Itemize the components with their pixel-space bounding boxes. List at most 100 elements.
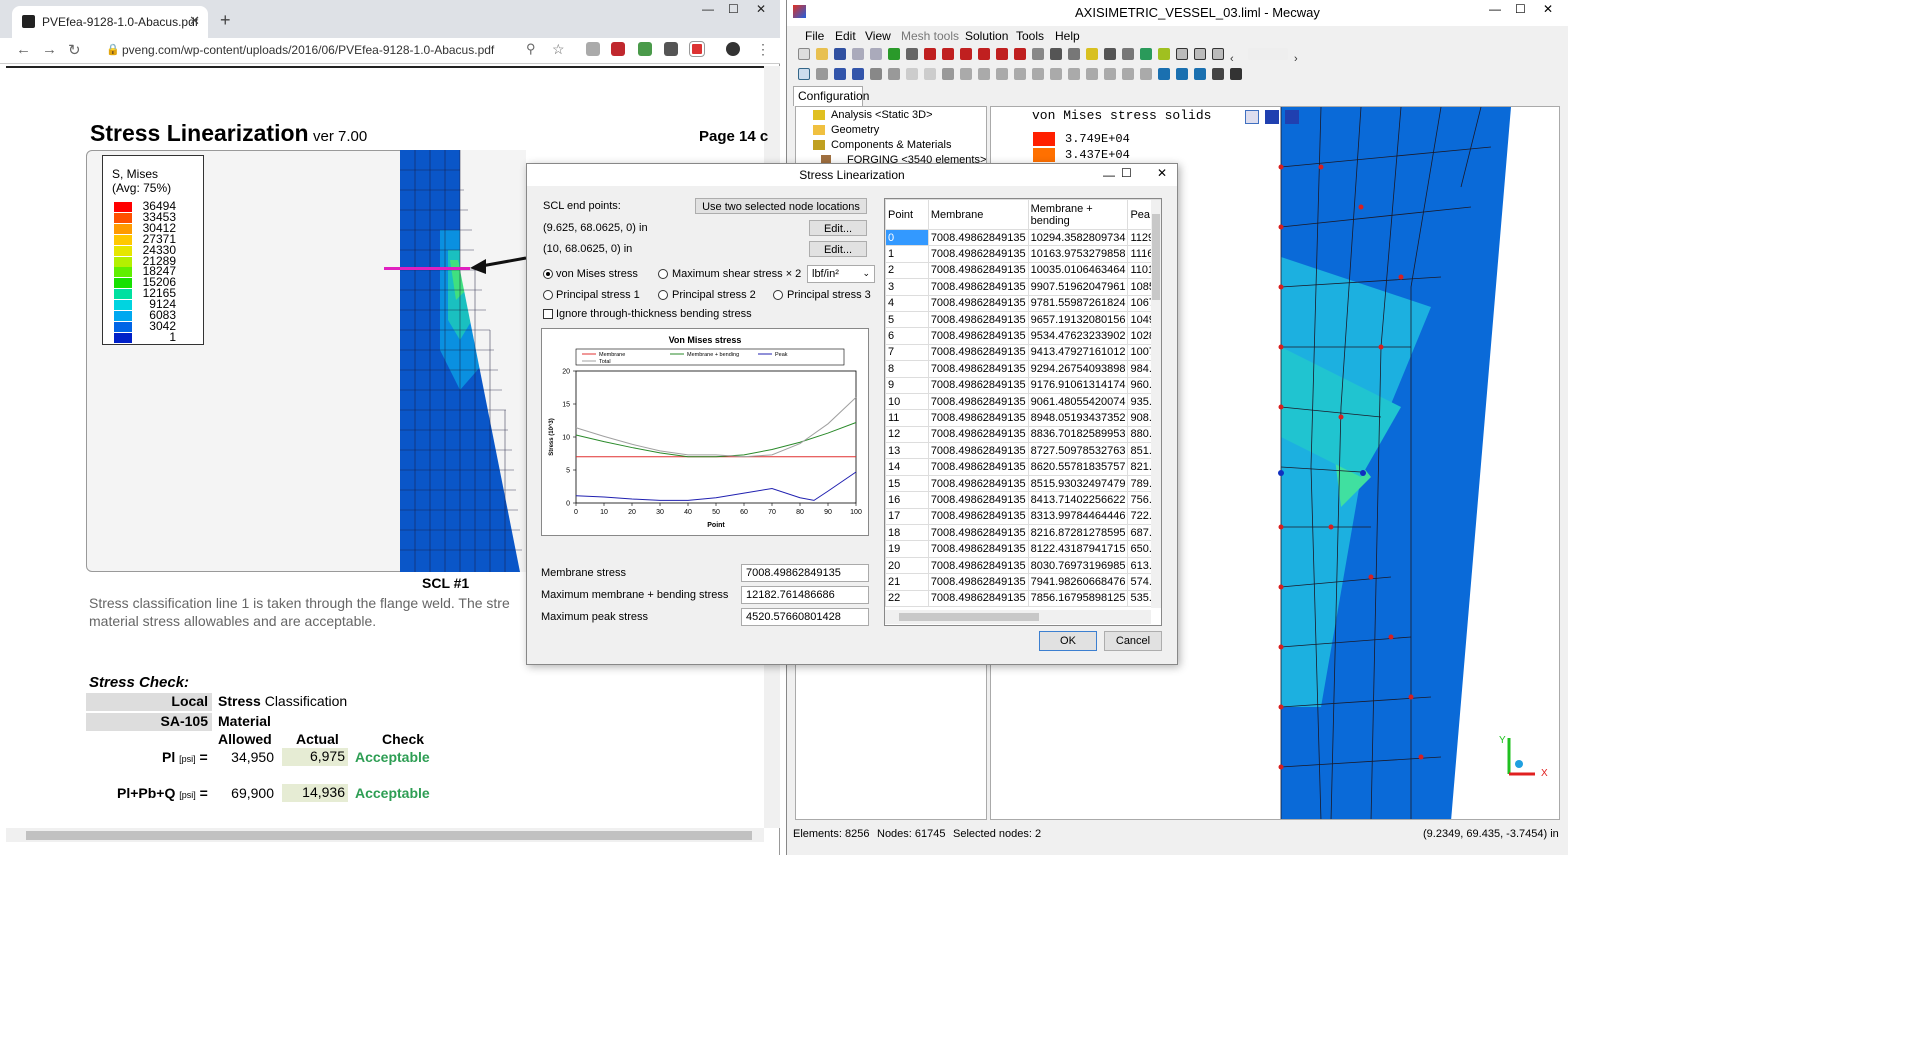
new-tab-button[interactable]: +	[220, 10, 231, 31]
use-selected-nodes-button[interactable]: Use two selected node locations	[695, 198, 867, 214]
rotate-icon[interactable]	[1068, 48, 1080, 60]
table-cell[interactable]: 7008.49862849135	[927, 245, 1029, 263]
dialog-close-button[interactable]: ✕	[1147, 166, 1177, 184]
table-cell[interactable]: 7	[885, 343, 929, 362]
bookmark-star-icon[interactable]: ☆	[552, 41, 565, 58]
menu-view[interactable]: View	[865, 29, 891, 43]
table-row[interactable]: 0 7008.49862849135 10294.3582809734 1129	[885, 228, 1161, 247]
radio-max-shear[interactable]	[658, 269, 668, 279]
extrude-icon[interactable]	[1014, 68, 1026, 80]
table-row[interactable]: 15 7008.49862849135 8515.93032497479 789.3	[885, 474, 1161, 493]
max-membrane-bending-field[interactable]: 12182.761486686	[741, 586, 869, 604]
table-cell[interactable]: 8948.05193437352	[1027, 409, 1129, 427]
surface-2-icon[interactable]	[1176, 68, 1188, 80]
transform-icon[interactable]	[870, 68, 882, 80]
tools-icon[interactable]	[1104, 48, 1116, 60]
radio-principal-3-label[interactable]: Principal stress 3	[787, 289, 871, 301]
table-cell[interactable]: 7008.49862849135	[927, 409, 1029, 427]
table-row[interactable]: 17 7008.49862849135 8313.99784464446 722.3	[885, 507, 1161, 526]
mesh-icon[interactable]	[1212, 48, 1224, 60]
table-cell[interactable]: 7008.49862849135	[927, 442, 1029, 460]
revolve-icon[interactable]	[1032, 68, 1044, 80]
split-icon[interactable]	[960, 68, 972, 80]
table-cell[interactable]: 8727.50978532763	[1027, 442, 1129, 460]
zoom-icon[interactable]	[1032, 48, 1044, 60]
ignore-bending-label[interactable]: Ignore through-thickness bending stress	[556, 308, 752, 320]
radio-principal-1[interactable]	[543, 290, 553, 300]
url-input[interactable]: pveng.com/wp-content/uploads/2016/06/PVE…	[122, 43, 494, 57]
table-cell[interactable]: 6	[885, 327, 929, 345]
table-row[interactable]: 7 7008.49862849135 9413.47927161012 1007	[885, 343, 1161, 362]
box-icon[interactable]	[906, 68, 918, 80]
menu-mesh-tools[interactable]: Mesh tools	[901, 29, 959, 43]
grid-scrollbar-thumb[interactable]	[1152, 214, 1160, 300]
surface-3-icon[interactable]	[1194, 68, 1206, 80]
forward-icon[interactable]: →	[42, 41, 57, 58]
table-cell[interactable]: 9781.55987261824	[1027, 294, 1129, 312]
cancel-button[interactable]: Cancel	[1104, 631, 1162, 651]
scale-icon[interactable]	[1086, 68, 1098, 80]
menu-tools[interactable]: Tools	[1016, 29, 1044, 43]
move-icon[interactable]	[888, 68, 900, 80]
ok-button[interactable]: OK	[1039, 631, 1097, 651]
header-membrane-bending[interactable]: Membrane + bending	[1027, 199, 1129, 230]
menu-edit[interactable]: Edit	[835, 29, 856, 43]
table-cell[interactable]: 21	[885, 573, 929, 591]
table-cell[interactable]: 7008.49862849135	[927, 360, 1029, 378]
chevron-right-icon[interactable]: ›	[1294, 53, 1306, 65]
gmail-icon[interactable]	[689, 41, 705, 57]
table-cell[interactable]: 7008.49862849135	[927, 376, 1029, 394]
table-cell[interactable]: 9294.26754093898	[1027, 360, 1129, 378]
view-left-icon[interactable]	[960, 48, 972, 60]
menu-file[interactable]: File	[805, 29, 824, 43]
table-row[interactable]: 6 7008.49862849135 9534.47623233902 1028	[885, 327, 1161, 345]
view-front-icon[interactable]	[924, 48, 936, 60]
radio-max-shear-label[interactable]: Maximum shear stress × 2	[672, 268, 801, 280]
table-row[interactable]: 13 7008.49862849135 8727.50978532763 851.5	[885, 442, 1161, 460]
table-cell[interactable]: 7008.49862849135	[927, 573, 1029, 591]
table-cell[interactable]: 7008.49862849135	[927, 524, 1029, 542]
table-row[interactable]: 19 7008.49862849135 8122.43187941715 650.0	[885, 540, 1161, 558]
table-cell[interactable]: 20	[885, 556, 929, 575]
zoom-icon[interactable]: ⚲	[526, 41, 536, 57]
radio-principal-1-label[interactable]: Principal stress 1	[556, 289, 640, 301]
reload-icon[interactable]: ↻	[68, 41, 81, 59]
table-row[interactable]: 2 7008.49862849135 10035.0106463464 1101	[885, 261, 1161, 280]
table-cell[interactable]: 5	[885, 310, 929, 329]
table-cell[interactable]: 7008.49862849135	[927, 556, 1029, 575]
surface-icon[interactable]	[1158, 68, 1170, 80]
cube-icon[interactable]	[924, 68, 936, 80]
chevron-left-icon[interactable]: ‹	[1230, 53, 1242, 65]
avatar[interactable]	[726, 42, 740, 56]
maximize-button[interactable]: ☐	[1515, 2, 1526, 16]
table-row[interactable]: 22 7008.49862849135 7856.16795898125 535.4	[885, 589, 1161, 607]
table-cell[interactable]: 7008.49862849135	[927, 589, 1029, 607]
ublock-icon[interactable]	[611, 42, 625, 56]
maximize-button[interactable]: ☐	[728, 2, 739, 16]
table-cell[interactable]: 0	[885, 228, 929, 247]
table-row[interactable]: 3 7008.49862849135 9907.51962047961 1085	[885, 278, 1161, 296]
table-cell[interactable]: 19	[885, 540, 929, 558]
header-point[interactable]: Point	[885, 199, 929, 230]
view-bottom-icon[interactable]	[1014, 48, 1026, 60]
table-cell[interactable]: 8216.87281278595	[1027, 524, 1129, 542]
tab-configuration[interactable]: Configuration	[793, 86, 869, 106]
lock-icon[interactable]: 🔒	[106, 43, 120, 56]
table-cell[interactable]: 14	[885, 458, 929, 476]
tree-item-geometry[interactable]: Geometry	[831, 124, 879, 136]
table-cell[interactable]: 15	[885, 474, 929, 493]
shaded-icon[interactable]	[1194, 48, 1206, 60]
table-cell[interactable]: 7008.49862849135	[927, 294, 1029, 312]
save-icon[interactable]	[834, 48, 846, 60]
slider-track[interactable]	[1248, 48, 1288, 60]
view-mode-icon[interactable]	[1245, 110, 1259, 124]
table-row[interactable]: 9 7008.49862849135 9176.91061314174 960.0	[885, 376, 1161, 394]
table-row[interactable]: 18 7008.49862849135 8216.87281278595 687.0	[885, 524, 1161, 542]
merge-icon[interactable]	[978, 68, 990, 80]
tree-item-components[interactable]: Components & Materials	[831, 139, 951, 151]
menu-solution[interactable]: Solution	[965, 29, 1008, 43]
table-cell[interactable]: 9657.19132080156	[1027, 310, 1129, 329]
view-mode-icon[interactable]	[1285, 110, 1299, 124]
edit-point-2-button[interactable]: Edit...	[809, 241, 867, 257]
extension-icon[interactable]	[586, 42, 600, 56]
